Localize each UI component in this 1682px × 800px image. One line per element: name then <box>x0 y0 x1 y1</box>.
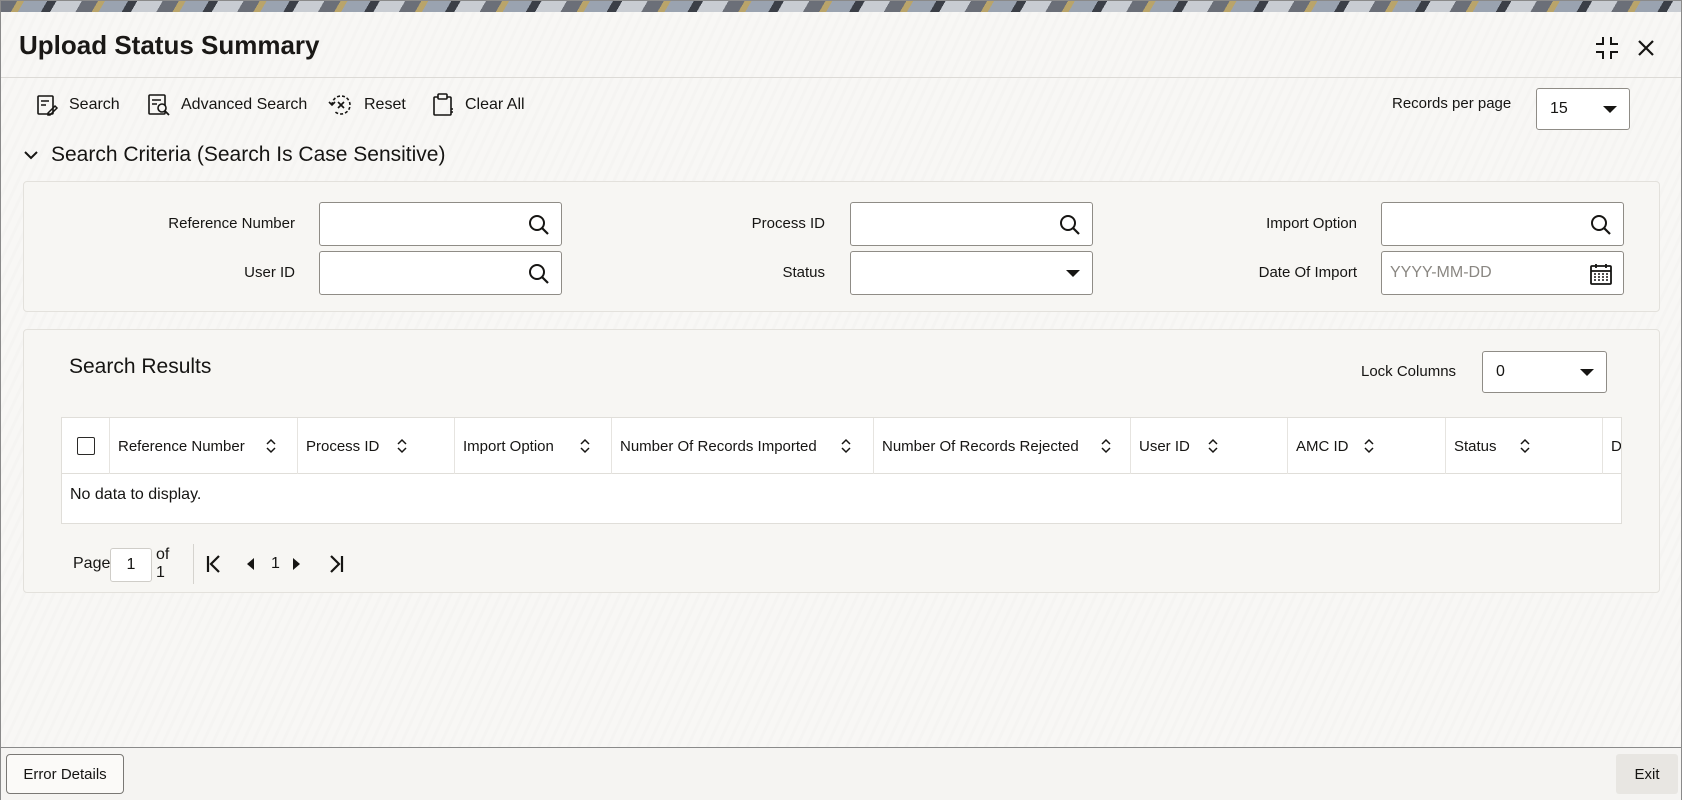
search-doc-icon <box>37 95 59 116</box>
user-id-label: User ID <box>244 264 295 281</box>
advanced-search-button[interactable]: Advanced Search <box>147 91 307 119</box>
chevron-down-icon <box>1066 270 1080 277</box>
lock-columns-select[interactable]: 0 <box>1482 351 1607 393</box>
lock-columns-value: 0 <box>1496 363 1505 380</box>
status-label: Status <box>782 264 825 281</box>
records-per-page-label: Records per page <box>1392 95 1512 112</box>
records-per-page-select[interactable]: 15 <box>1536 88 1630 130</box>
reset-button-label: Reset <box>364 96 406 113</box>
table-header: Reference Number Process ID Import Optio… <box>62 418 1622 474</box>
current-page-indicator: 1 <box>271 555 280 572</box>
last-page-icon[interactable] <box>327 554 345 574</box>
clipboard-icon <box>433 93 453 116</box>
close-icon[interactable] <box>1632 34 1660 62</box>
sort-icon[interactable] <box>1519 438 1531 454</box>
process-id-input[interactable] <box>850 202 1093 246</box>
search-icon[interactable] <box>527 213 551 237</box>
title-bar: Upload Status Summary <box>1 12 1681 78</box>
search-button-label: Search <box>69 96 120 113</box>
date-placeholder: YYYY-MM-DD <box>1390 264 1492 281</box>
date-of-import-label: Date Of Import <box>1258 264 1357 281</box>
page-title: Upload Status Summary <box>19 30 320 60</box>
first-page-icon[interactable] <box>205 554 223 574</box>
reset-button[interactable]: Reset <box>328 91 406 119</box>
previous-page-icon[interactable] <box>245 557 255 571</box>
reset-icon <box>328 95 351 115</box>
search-icon[interactable] <box>1058 213 1082 237</box>
error-details-button[interactable]: Error Details <box>6 754 124 794</box>
sort-icon[interactable] <box>840 438 852 454</box>
sort-icon[interactable] <box>1363 438 1375 454</box>
import-option-label: Import Option <box>1266 215 1357 232</box>
advanced-search-button-label: Advanced Search <box>181 96 308 113</box>
sort-icon[interactable] <box>579 438 591 454</box>
column-header-user-id[interactable]: User ID <box>1131 418 1288 474</box>
reference-number-label: Reference Number <box>168 215 295 232</box>
column-header-process-id[interactable]: Process ID <box>298 418 455 474</box>
footer-bar: Error Details Exit <box>1 747 1681 800</box>
column-label: AMC ID <box>1296 437 1349 455</box>
sort-icon[interactable] <box>1100 438 1112 454</box>
reference-number-input[interactable] <box>319 202 562 246</box>
column-label: Number Of Records Imported <box>620 437 817 455</box>
column-label: Status <box>1454 437 1497 455</box>
page-label: Page <box>73 555 111 572</box>
status-select[interactable] <box>850 251 1093 295</box>
column-header-status[interactable]: Status <box>1446 418 1603 474</box>
chevron-down-icon <box>24 151 38 160</box>
chevron-down-icon <box>1580 369 1594 376</box>
no-data-message: No data to display. <box>70 486 202 503</box>
select-all-cell <box>62 418 110 474</box>
column-header-import-option[interactable]: Import Option <box>455 418 612 474</box>
advanced-search-icon <box>148 94 170 116</box>
search-icon[interactable] <box>1589 213 1613 237</box>
search-criteria-toggle[interactable]: Search Criteria (Search Is Case Sensitiv… <box>23 143 445 167</box>
page-number-value: 1 <box>126 556 136 573</box>
maximize-icon[interactable] <box>1593 34 1621 62</box>
user-id-input[interactable] <box>319 251 562 295</box>
page-number-input[interactable]: 1 <box>110 548 152 582</box>
search-button[interactable]: Search <box>35 91 120 119</box>
calendar-icon[interactable] <box>1589 262 1613 286</box>
chevron-down-icon <box>1603 106 1617 113</box>
column-header-records-rejected[interactable]: Number Of Records Rejected <box>874 418 1131 474</box>
column-header-amc-id[interactable]: AMC ID <box>1288 418 1446 474</box>
sort-icon[interactable] <box>396 438 408 454</box>
header-banner <box>1 1 1681 12</box>
date-of-import-input[interactable]: YYYY-MM-DD <box>1381 251 1624 295</box>
column-label: Import Option <box>463 437 554 455</box>
column-label: User ID <box>1139 437 1190 455</box>
column-header-records-imported[interactable]: Number Of Records Imported <box>612 418 874 474</box>
exit-button[interactable]: Exit <box>1616 754 1678 794</box>
column-label: Number Of Records Rejected <box>882 437 1079 455</box>
next-page-icon[interactable] <box>292 557 302 571</box>
column-label: Reference Number <box>118 437 245 455</box>
search-criteria-heading: Search Criteria (Search Is Case Sensitiv… <box>51 143 446 166</box>
results-table: Reference Number Process ID Import Optio… <box>61 417 1622 524</box>
page-count-label: of 1 <box>156 546 170 581</box>
records-per-page-value: 15 <box>1550 100 1568 117</box>
column-label: Process ID <box>306 437 380 455</box>
search-icon[interactable] <box>527 262 551 286</box>
sort-icon[interactable] <box>1207 438 1219 454</box>
import-option-input[interactable] <box>1381 202 1624 246</box>
clear-all-button-label: Clear All <box>465 96 525 113</box>
pager-divider <box>193 544 194 584</box>
column-header-date[interactable]: D <box>1603 418 1622 474</box>
search-results-heading: Search Results <box>69 355 212 378</box>
process-id-label: Process ID <box>751 215 825 232</box>
sort-icon[interactable] <box>265 438 277 454</box>
select-all-checkbox[interactable] <box>77 437 95 455</box>
upload-status-summary-window: Upload Status Summary Search Advanced Se… <box>0 0 1682 800</box>
column-label: D <box>1611 437 1622 455</box>
lock-columns-label: Lock Columns <box>1361 363 1457 380</box>
column-header-reference-number[interactable]: Reference Number <box>110 418 298 474</box>
clear-all-button[interactable]: Clear All <box>431 91 525 119</box>
